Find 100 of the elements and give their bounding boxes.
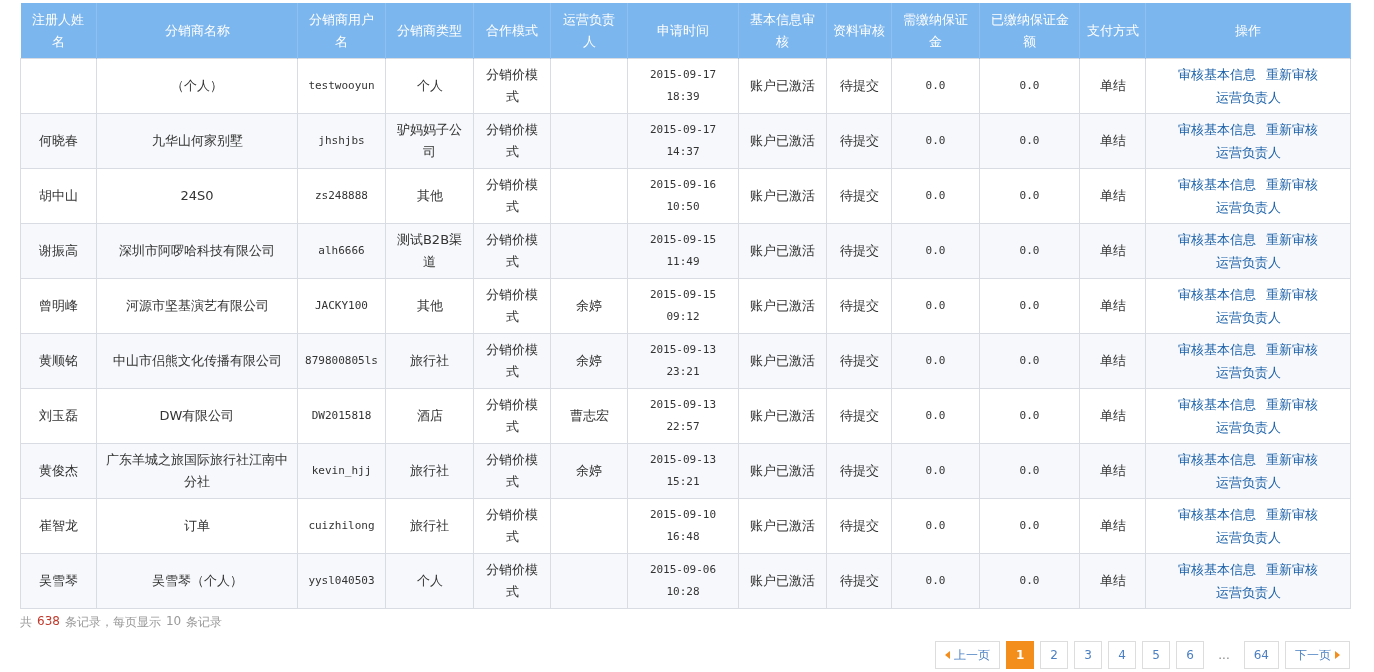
action-link[interactable]: 运营负责人 — [1215, 365, 1281, 380]
table-cell: 黄俊杰 — [20, 443, 97, 499]
table-cell: 单结 — [1079, 388, 1146, 444]
action-link[interactable]: 运营负责人 — [1215, 90, 1281, 105]
action-link[interactable]: 重新审核 — [1265, 397, 1318, 412]
record-count: 638 — [37, 614, 60, 630]
action-link[interactable]: 重新审核 — [1265, 232, 1318, 247]
action-link[interactable]: 重新审核 — [1265, 452, 1318, 467]
table-cell: 酒店 — [385, 388, 474, 444]
page-button[interactable]: 3 — [1074, 641, 1103, 669]
table-cell: 分销价模式 — [473, 553, 551, 609]
page-size: 10 — [165, 614, 182, 630]
table-cell: 吴雪琴 — [20, 553, 97, 609]
table-cell: 账户已激活 — [738, 443, 827, 499]
action-link[interactable]: 审核基本信息 — [1178, 287, 1257, 302]
table-cell: 账户已激活 — [738, 333, 827, 389]
table-cell: 订单 — [96, 498, 298, 554]
column-header: 需缴纳保证金 — [891, 3, 980, 59]
action-link[interactable]: 运营负责人 — [1215, 420, 1281, 435]
table-cell: 待提交 — [826, 498, 892, 554]
table-cell: cuizhilong — [297, 498, 386, 554]
action-link[interactable]: 重新审核 — [1265, 177, 1318, 192]
table-cell: 0.0 — [891, 58, 980, 114]
action-link[interactable]: 运营负责人 — [1215, 145, 1281, 160]
column-header: 注册人姓名 — [20, 3, 97, 59]
action-link[interactable]: 审核基本信息 — [1178, 342, 1257, 357]
table-cell: 0.0 — [979, 388, 1080, 444]
column-header: 资料审核 — [826, 3, 892, 59]
action-link[interactable]: 运营负责人 — [1215, 585, 1281, 600]
table-cell: 账户已激活 — [738, 553, 827, 609]
table-cell: 0.0 — [979, 223, 1080, 279]
table-cell: 0.0 — [891, 278, 980, 334]
table-cell: 账户已激活 — [738, 58, 827, 114]
table-cell: 分销价模式 — [473, 498, 551, 554]
table-cell: 分销价模式 — [473, 168, 551, 224]
page-button[interactable]: 6 — [1176, 641, 1205, 669]
summary-text: 条记录，每页显示 — [64, 614, 161, 631]
prev-page-button[interactable]: 上一页 — [934, 641, 1000, 669]
table-cell: 待提交 — [826, 278, 892, 334]
table-cell: 0.0 — [891, 223, 980, 279]
table-cell: 其他 — [385, 278, 474, 334]
page-button[interactable]: 2 — [1040, 641, 1069, 669]
column-header: 基本信息审核 — [738, 3, 827, 59]
table-cell: 账户已激活 — [738, 113, 827, 169]
action-link[interactable]: 审核基本信息 — [1178, 67, 1257, 82]
table-cell: 中山市侣熊文化传播有限公司 — [96, 333, 298, 389]
action-link[interactable]: 运营负责人 — [1215, 475, 1281, 490]
next-page-button[interactable]: 下一页 — [1285, 641, 1350, 669]
table-cell: 账户已激活 — [738, 168, 827, 224]
page-button[interactable]: 5 — [1142, 641, 1171, 669]
right-triangle-icon — [1335, 651, 1340, 659]
action-link[interactable]: 审核基本信息 — [1178, 177, 1257, 192]
table-cell: 分销价模式 — [473, 443, 551, 499]
table-cell: 待提交 — [826, 113, 892, 169]
table-cell: 九华山何家别墅 — [96, 113, 298, 169]
table-cell: 879800805ls — [297, 333, 386, 389]
table-cell: jhshjbs — [297, 113, 386, 169]
table-cell: 何晓春 — [20, 113, 97, 169]
table-cell: 账户已激活 — [738, 278, 827, 334]
action-link[interactable]: 重新审核 — [1265, 287, 1318, 302]
table-cell: 广东羊城之旅国际旅行社江南中分社 — [96, 443, 298, 499]
table-cell: 崔智龙 — [20, 498, 97, 554]
action-link[interactable]: 运营负责人 — [1215, 200, 1281, 215]
table-cell: 0.0 — [891, 443, 980, 499]
action-link[interactable]: 审核基本信息 — [1178, 122, 1257, 137]
table-cell: 2015-09-13 22:57 — [627, 388, 739, 444]
action-link[interactable]: 重新审核 — [1265, 507, 1318, 522]
table-cell: 2015-09-16 10:50 — [627, 168, 739, 224]
action-link[interactable]: 运营负责人 — [1215, 255, 1281, 270]
action-link[interactable]: 审核基本信息 — [1178, 452, 1257, 467]
action-link[interactable]: 运营负责人 — [1215, 530, 1281, 545]
action-link[interactable]: 重新审核 — [1265, 562, 1318, 577]
left-triangle-icon — [944, 651, 950, 659]
page-button[interactable]: 64 — [1243, 641, 1279, 669]
table-cell: 余婷 — [550, 333, 628, 389]
table-cell: 2015-09-15 11:49 — [627, 223, 739, 279]
column-header: 分销商用户名 — [297, 3, 386, 59]
table-cell: 分销价模式 — [473, 58, 551, 114]
table-cell: 2015-09-17 14:37 — [627, 113, 739, 169]
table-cell: 待提交 — [826, 443, 892, 499]
table-cell: 待提交 — [826, 58, 892, 114]
page-button[interactable]: 4 — [1108, 641, 1137, 669]
table-cell: 吴雪琴（个人） — [96, 553, 298, 609]
action-link[interactable]: 审核基本信息 — [1178, 397, 1257, 412]
action-link[interactable]: 运营负责人 — [1215, 310, 1281, 325]
table-cell: 2015-09-13 23:21 — [627, 333, 739, 389]
action-link[interactable]: 重新审核 — [1265, 122, 1318, 137]
action-link[interactable]: 重新审核 — [1265, 67, 1318, 82]
table-cell: 刘玉磊 — [20, 388, 97, 444]
table-cell: DW2015818 — [297, 388, 386, 444]
table-cell: 待提交 — [826, 168, 892, 224]
column-header: 合作模式 — [473, 3, 551, 59]
table-cell: 账户已激活 — [738, 223, 827, 279]
table-cell: 0.0 — [891, 498, 980, 554]
action-link[interactable]: 审核基本信息 — [1178, 232, 1257, 247]
action-link[interactable]: 重新审核 — [1265, 342, 1318, 357]
action-link[interactable]: 审核基本信息 — [1178, 562, 1257, 577]
table-cell: 0.0 — [979, 278, 1080, 334]
table-cell: 分销价模式 — [473, 333, 551, 389]
action-link[interactable]: 审核基本信息 — [1178, 507, 1257, 522]
